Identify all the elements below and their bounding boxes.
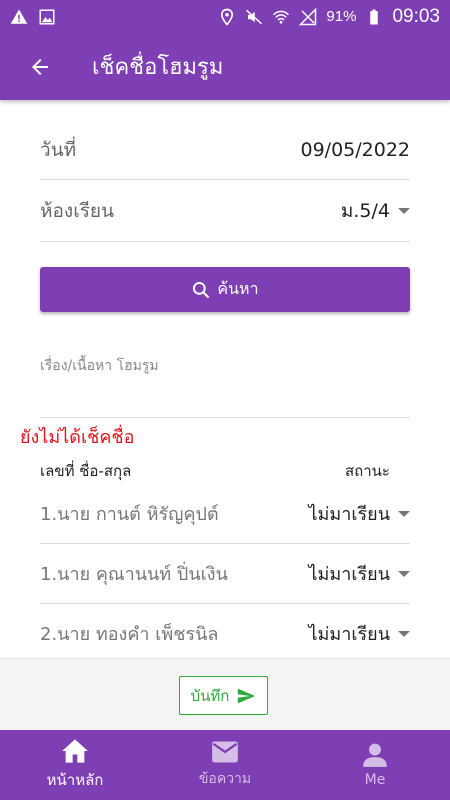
search-icon	[193, 281, 210, 298]
date-field[interactable]: วันที่ 09/05/2022	[40, 120, 410, 180]
date-label: วันที่	[40, 138, 77, 161]
student-status-select[interactable]: ไม่มาเรียน	[308, 559, 410, 588]
nav-messages-label: ข้อความ	[198, 771, 252, 787]
wifi-icon	[273, 10, 290, 24]
arrow-left-icon	[32, 58, 48, 75]
student-status-value: ไม่มาเรียน	[308, 504, 390, 525]
save-button-label: บันทึก	[190, 686, 230, 705]
back-button[interactable]	[20, 47, 60, 87]
home-icon	[62, 739, 88, 763]
date-value: 09/05/2022	[300, 138, 410, 161]
class-label: ห้องเรียน	[40, 200, 115, 222]
clock: 09:03	[392, 5, 440, 27]
nav-home-label: หน้าหลัก	[46, 771, 104, 789]
student-status-value: ไม่มาเรียน	[308, 624, 390, 645]
page-title: เช็คชื่อโฮมรูม	[92, 55, 224, 80]
student-name: 1.นาย กานต์ หิรัญคุปต์	[40, 504, 219, 525]
student-name: 1.นาย คุณานนท์ ปิ่นเงิน	[40, 564, 228, 585]
student-status-select[interactable]: ไม่มาเรียน	[308, 619, 410, 648]
status-bar: 91% 09:03	[0, 0, 450, 33]
search-button[interactable]: ค้นหา	[40, 267, 410, 312]
class-select[interactable]: ห้องเรียน ม.5/4	[40, 181, 410, 242]
student-row: 2.นาย ทองคำ เพ็ชรนิล ไม่มาเรียน	[40, 604, 410, 664]
class-value: ม.5/4	[340, 200, 390, 222]
nav-me[interactable]: Me	[300, 730, 450, 800]
topic-placeholder: เรื่อง/เนื้อหา โฮมรูม	[40, 358, 159, 374]
send-icon	[238, 688, 256, 703]
battery-percent: 91%	[326, 8, 357, 25]
class-value-wrap: ม.5/4	[341, 196, 410, 226]
app-bar: เช็คชื่อโฮมรูม	[0, 33, 450, 100]
chevron-down-icon	[398, 510, 410, 517]
header-status: สถานะ	[345, 462, 390, 480]
topic-input[interactable]: เรื่อง/เนื้อหา โฮมรูม	[40, 345, 410, 418]
student-name: 2.นาย ทองคำ เพ็ชรนิล	[40, 624, 219, 645]
student-row: 1.นาย คุณานนท์ ปิ่นเงิน ไม่มาเรียน	[40, 544, 410, 604]
search-button-label: ค้นหา	[217, 279, 259, 298]
student-row: 1.นาย กานต์ หิรัญคุปต์ ไม่มาเรียน	[40, 484, 410, 544]
student-status-select[interactable]: ไม่มาเรียน	[308, 499, 410, 528]
save-bar: บันทึก	[0, 658, 450, 730]
save-button[interactable]: บันทึก	[179, 676, 268, 715]
student-status-value: ไม่มาเรียน	[308, 564, 390, 585]
chevron-down-icon	[398, 208, 410, 214]
location-icon	[221, 8, 234, 26]
signal-icon	[299, 7, 317, 25]
warning-icon	[10, 9, 28, 24]
mail-icon	[212, 741, 238, 763]
nav-messages[interactable]: ข้อความ	[150, 730, 300, 800]
header-name: เลขที่ ชื่อ-สกุล	[40, 462, 132, 480]
battery-icon	[370, 9, 379, 24]
mute-icon	[246, 9, 263, 24]
unchecked-heading: ยังไม่ได้เช็คชื่อ	[20, 427, 135, 448]
student-list-header: เลขที่ ชื่อ-สกุล สถานะ	[40, 458, 410, 484]
nav-home[interactable]: หน้าหลัก	[0, 730, 150, 800]
person-icon	[363, 743, 387, 767]
bottom-nav: หน้าหลัก ข้อความ Me	[0, 730, 450, 800]
chevron-down-icon	[398, 630, 410, 637]
nav-me-label: Me	[364, 772, 386, 788]
chevron-down-icon	[398, 570, 410, 577]
image-icon	[39, 9, 55, 24]
